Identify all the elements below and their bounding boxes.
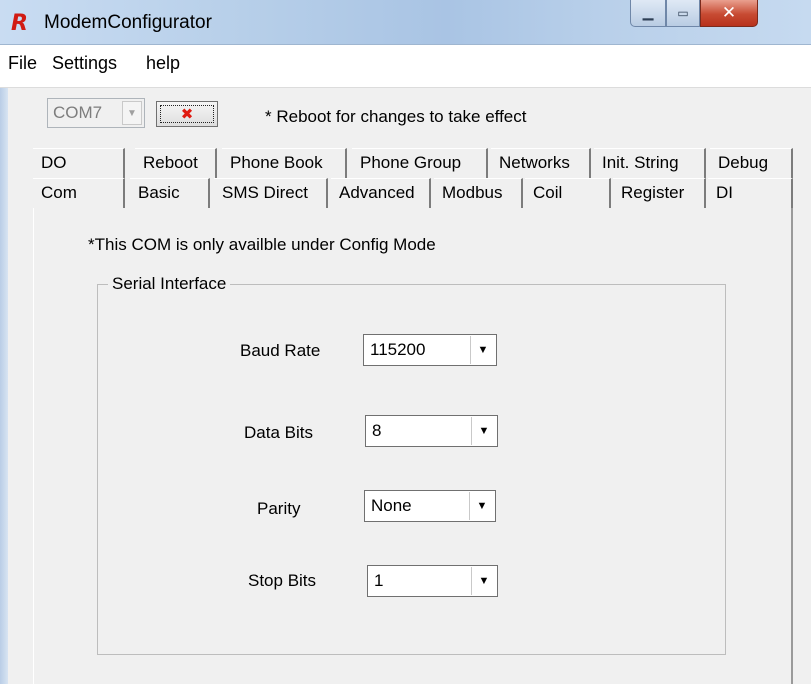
- baud-rate-value: 115200: [370, 340, 426, 359]
- tab-init-string[interactable]: Init. String: [594, 148, 706, 178]
- config-mode-note: *This COM is only availble under Config …: [88, 235, 436, 254]
- close-icon: ✕: [721, 3, 737, 23]
- menu-file[interactable]: File: [8, 53, 37, 74]
- tab-coil[interactable]: Coil: [525, 178, 611, 208]
- title-bar[interactable]: R ModemConfigurator ▁ ▭ ✕: [0, 0, 811, 45]
- close-port-button[interactable]: ✖: [156, 101, 218, 127]
- tab-advanced[interactable]: Advanced: [331, 178, 431, 208]
- tab-reboot[interactable]: Reboot: [135, 148, 217, 178]
- red-x-icon: ✖: [180, 105, 194, 123]
- minimize-button[interactable]: ▁: [630, 0, 666, 27]
- group-title: Serial Interface: [108, 274, 231, 294]
- menu-settings[interactable]: Settings: [52, 53, 117, 74]
- chevron-down-icon[interactable]: ▼: [469, 492, 494, 520]
- tab-register[interactable]: Register: [613, 178, 706, 208]
- minimize-icon: ▁: [642, 5, 654, 21]
- data-bits-value: 8: [372, 421, 382, 440]
- stop-bits-label: Stop Bits: [248, 571, 317, 590]
- chevron-down-icon[interactable]: ▼: [470, 336, 495, 364]
- window-frame-left: [0, 88, 8, 684]
- app-logo-icon: R: [11, 11, 28, 36]
- parity-value: None: [371, 496, 412, 515]
- parity-label: Parity: [257, 499, 301, 518]
- data-bits-label: Data Bits: [244, 423, 313, 442]
- tab-basic[interactable]: Basic: [130, 178, 210, 208]
- window-title: ModemConfigurator: [44, 12, 212, 33]
- tab-phone-group[interactable]: Phone Group: [352, 148, 488, 178]
- maximize-icon: ▭: [677, 6, 689, 20]
- chevron-down-icon[interactable]: ▼: [471, 417, 496, 445]
- tab-phone-book[interactable]: Phone Book: [222, 148, 347, 178]
- tab-do[interactable]: DO: [33, 148, 125, 178]
- menu-bar: File Settings help: [0, 45, 811, 88]
- com-port-select[interactable]: COM7 ▼: [47, 98, 145, 128]
- parity-select[interactable]: None ▼: [364, 490, 496, 522]
- stop-bits-value: 1: [374, 571, 384, 590]
- close-window-button[interactable]: ✕: [700, 0, 758, 27]
- chevron-down-icon[interactable]: ▼: [122, 101, 142, 125]
- tab-sms-direct[interactable]: SMS Direct: [214, 178, 328, 208]
- reboot-note: * Reboot for changes to take effect: [265, 107, 527, 126]
- baud-rate-select[interactable]: 115200 ▼: [363, 334, 497, 366]
- data-bits-select[interactable]: 8 ▼: [365, 415, 498, 447]
- menu-help[interactable]: help: [146, 53, 180, 74]
- client-area: COM7 ▼ ✖ * Reboot for changes to take ef…: [0, 88, 811, 684]
- maximize-button[interactable]: ▭: [666, 0, 700, 27]
- stop-bits-select[interactable]: 1 ▼: [367, 565, 498, 597]
- tab-networks[interactable]: Networks: [491, 148, 591, 178]
- tab-com[interactable]: Com: [33, 178, 125, 208]
- com-port-value: COM7: [53, 103, 103, 122]
- baud-rate-label: Baud Rate: [240, 341, 321, 360]
- tab-debug[interactable]: Debug: [710, 148, 793, 178]
- tab-di[interactable]: DI: [708, 178, 793, 208]
- tab-modbus[interactable]: Modbus: [434, 178, 523, 208]
- chevron-down-icon[interactable]: ▼: [471, 567, 496, 595]
